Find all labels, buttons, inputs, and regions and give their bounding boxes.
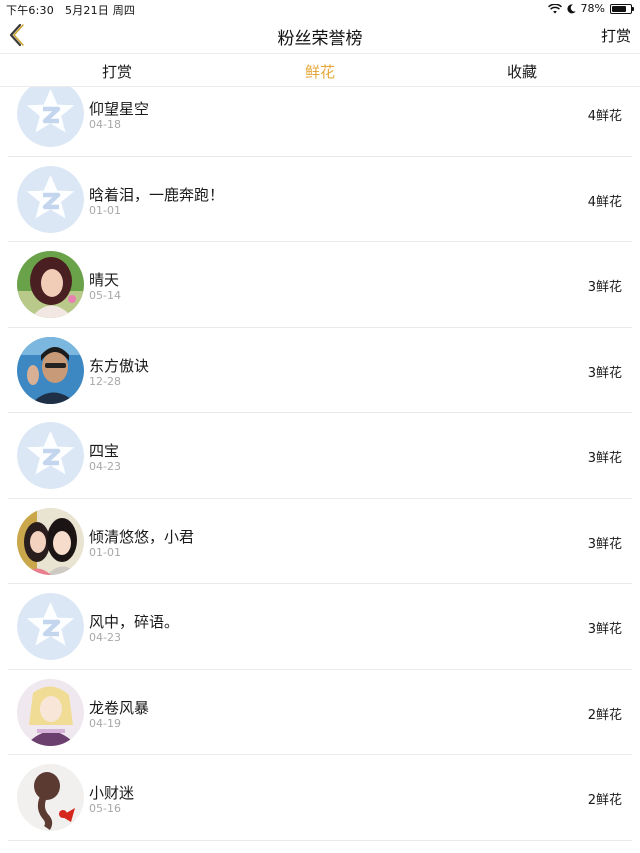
item-date: 04-23 xyxy=(89,631,121,644)
default-avatar-icon xyxy=(17,87,84,147)
tab-bar: 打赏 鲜花 收藏 xyxy=(0,53,640,87)
user-photo-icon xyxy=(17,336,84,404)
flower-count: 3鲜花 xyxy=(587,536,622,552)
list-item[interactable]: 晴天 05-14 3鲜花 xyxy=(8,242,632,328)
fan-ranking-list: 仰望星空 04-18 4鲜花 晗着泪，一鹿奔跑！ 01-01 4鲜花 晴天 05… xyxy=(0,87,640,853)
battery-icon xyxy=(610,3,634,14)
avatar xyxy=(17,507,84,575)
status-date: 5月21日 周四 xyxy=(65,4,136,17)
tab-favorites[interactable]: 收藏 xyxy=(507,61,537,82)
list-item[interactable]: 仰望星空 04-18 4鲜花 xyxy=(8,87,632,157)
user-photo-icon xyxy=(17,764,84,831)
status-time: 下午6:30 xyxy=(6,4,54,17)
flower-count: 2鲜花 xyxy=(587,707,622,723)
avatar xyxy=(17,87,84,147)
avatar xyxy=(17,422,84,489)
nav-bar: 粉丝荣誉榜 打赏 xyxy=(0,18,640,52)
item-date: 04-19 xyxy=(89,716,121,730)
item-date: 01-01 xyxy=(89,203,121,217)
flower-count: 3鲜花 xyxy=(587,622,622,637)
list-item[interactable]: 四宝 04-23 3鲜花 xyxy=(8,413,632,499)
flower-count: 3鲜花 xyxy=(587,280,622,295)
user-photo-icon xyxy=(17,507,84,575)
avatar xyxy=(17,593,84,660)
status-indicators: 78% xyxy=(547,2,634,15)
battery-fill xyxy=(612,5,626,12)
user-name: 龙卷风暴 xyxy=(89,698,150,717)
battery-percent: 78% xyxy=(580,2,605,15)
item-date: 04-18 xyxy=(89,118,121,131)
list-item[interactable]: 晗着泪，一鹿奔跑！ 01-01 4鲜花 xyxy=(8,157,632,242)
user-name: 仰望星空 xyxy=(89,100,150,118)
item-date: 04-23 xyxy=(89,460,121,473)
avatar xyxy=(17,165,84,233)
avatar xyxy=(17,336,84,404)
avatar xyxy=(17,251,84,318)
user-name: 晴天 xyxy=(89,271,120,289)
user-name: 晗着泪，一鹿奔跑！ xyxy=(89,185,225,204)
tab-reward[interactable]: 打赏 xyxy=(102,61,132,82)
avatar xyxy=(17,678,84,746)
item-date: 01-01 xyxy=(89,545,121,559)
item-date: 05-16 xyxy=(89,802,121,815)
status-time-date: 下午6:30 5月21日 周四 xyxy=(6,2,135,18)
user-name: 小财迷 xyxy=(89,784,135,802)
user-name: 风中，碎语。 xyxy=(89,613,180,631)
default-avatar-icon xyxy=(17,593,84,660)
tab-flowers[interactable]: 鲜花 xyxy=(305,61,335,82)
flower-count: 4鲜花 xyxy=(587,194,622,210)
item-date: 05-14 xyxy=(89,289,121,302)
wifi-icon xyxy=(547,3,562,13)
default-avatar-icon xyxy=(17,422,84,489)
flower-count: 4鲜花 xyxy=(587,109,622,124)
reward-button[interactable]: 打赏 xyxy=(601,25,631,46)
list-item[interactable]: 东方傲诀 12-28 3鲜花 xyxy=(8,328,632,413)
avatar xyxy=(17,764,84,831)
user-name: 四宝 xyxy=(89,442,120,460)
user-photo-icon xyxy=(17,678,84,746)
user-name: 倾清悠悠，小君 xyxy=(89,527,195,546)
user-photo-icon xyxy=(17,251,84,318)
list-item[interactable]: 龙卷风暴 04-19 2鲜花 xyxy=(8,670,632,755)
flower-count: 3鲜花 xyxy=(587,365,622,381)
page-title: 粉丝荣誉榜 xyxy=(277,29,363,49)
flower-count: 2鲜花 xyxy=(587,793,622,808)
list-item[interactable]: 风中，碎语。 04-23 3鲜花 xyxy=(8,584,632,670)
moon-icon xyxy=(566,3,576,13)
default-avatar-icon xyxy=(17,165,84,233)
item-date: 12-28 xyxy=(89,374,121,388)
list-item[interactable]: 倾清悠悠，小君 01-01 3鲜花 xyxy=(8,499,632,584)
flower-count: 3鲜花 xyxy=(587,451,622,466)
list-item[interactable]: 小财迷 05-16 2鲜花 xyxy=(8,755,632,841)
status-bar: 下午6:30 5月21日 周四 78% xyxy=(0,0,640,18)
user-name: 东方傲诀 xyxy=(89,356,150,375)
